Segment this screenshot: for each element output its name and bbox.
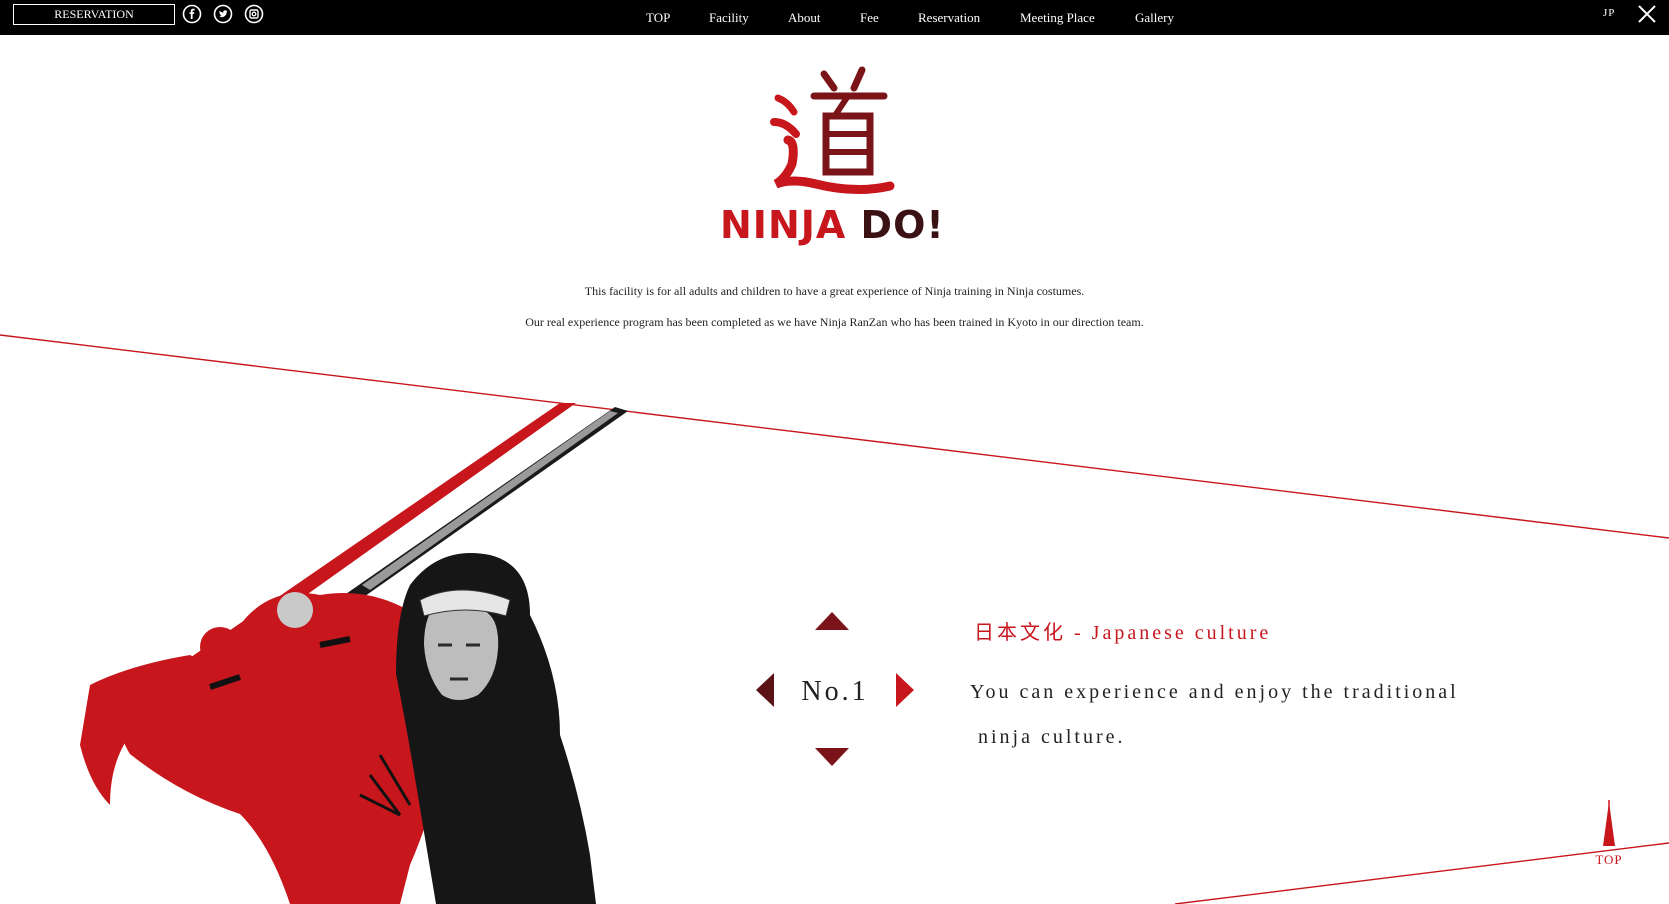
slider-up-arrow-icon[interactable] [815, 612, 849, 630]
slider-prev-arrow-icon[interactable] [756, 673, 774, 707]
logo-word-do: DO! [860, 203, 945, 247]
slide-body: You can experience and enjoy the traditi… [970, 670, 1490, 760]
slide-body-line-1: You can experience and enjoy the traditi… [970, 681, 1459, 703]
logo-kanji-icon [770, 60, 900, 200]
slide-title: 日本文化 - Japanese culture [974, 622, 1272, 644]
logo-wordmark: NINJA DO! [720, 203, 950, 249]
slider-down-arrow-icon[interactable] [815, 748, 849, 766]
back-to-top-button[interactable]: TOP [1592, 800, 1626, 870]
tower-icon [1603, 800, 1615, 846]
back-to-top-label: TOP [1595, 852, 1623, 867]
slide-body-line-2: ninja culture. [970, 726, 1126, 748]
ninja-illustration [80, 403, 628, 904]
slide-number: No.1 [801, 676, 869, 707]
logo-word-ninja: NINJA [720, 203, 847, 247]
slider-next-arrow-icon[interactable] [896, 673, 914, 707]
intro-line-1: This facility is for all adults and chil… [584, 284, 1085, 298]
intro-line-2: Our real experience program has been com… [525, 315, 1144, 329]
